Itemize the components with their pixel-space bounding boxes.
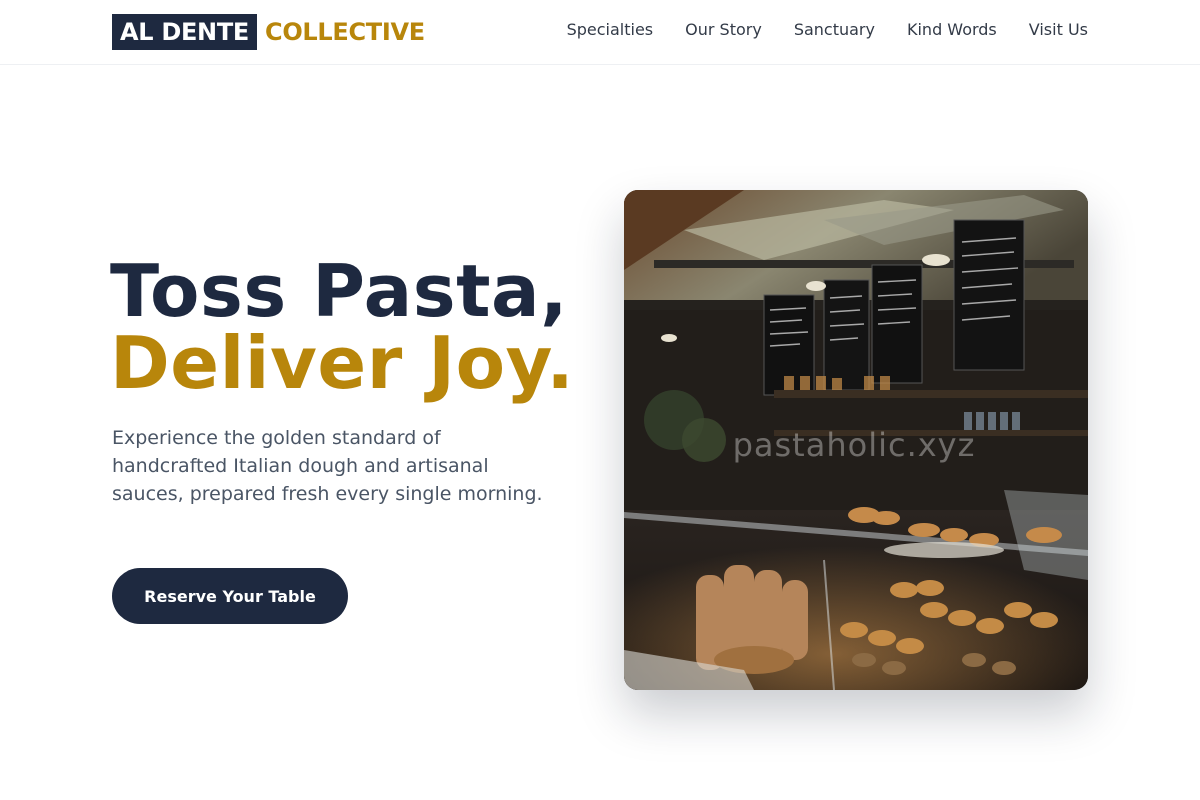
hero-title-line1: Toss Pasta,	[110, 249, 568, 333]
bakery-photo: pastaholic.xyz	[624, 190, 1088, 690]
hero-title: Toss Pasta, Deliver Joy.	[110, 255, 574, 399]
main-nav: Specialties Our Story Sanctuary Kind Wor…	[567, 19, 1088, 41]
reserve-table-button[interactable]: Reserve Your Table	[112, 568, 348, 624]
image-watermark: pastaholic.xyz	[732, 426, 976, 464]
nav-link-kind-words[interactable]: Kind Words	[907, 19, 997, 41]
brand-name-accent: COLLECTIVE	[265, 18, 425, 46]
nav-link-visit-us[interactable]: Visit Us	[1029, 19, 1088, 41]
brand-name-box: AL DENTE	[112, 14, 257, 50]
site-header: AL DENTE COLLECTIVE Specialties Our Stor…	[0, 0, 1200, 65]
nav-link-specialties[interactable]: Specialties	[567, 19, 654, 41]
brand-logo[interactable]: AL DENTE COLLECTIVE	[112, 14, 425, 50]
nav-link-sanctuary[interactable]: Sanctuary	[794, 19, 875, 41]
hero-title-line2: Deliver Joy.	[110, 321, 575, 405]
hero-subtitle: Experience the golden standard of handcr…	[112, 427, 543, 505]
nav-link-our-story[interactable]: Our Story	[685, 19, 762, 41]
